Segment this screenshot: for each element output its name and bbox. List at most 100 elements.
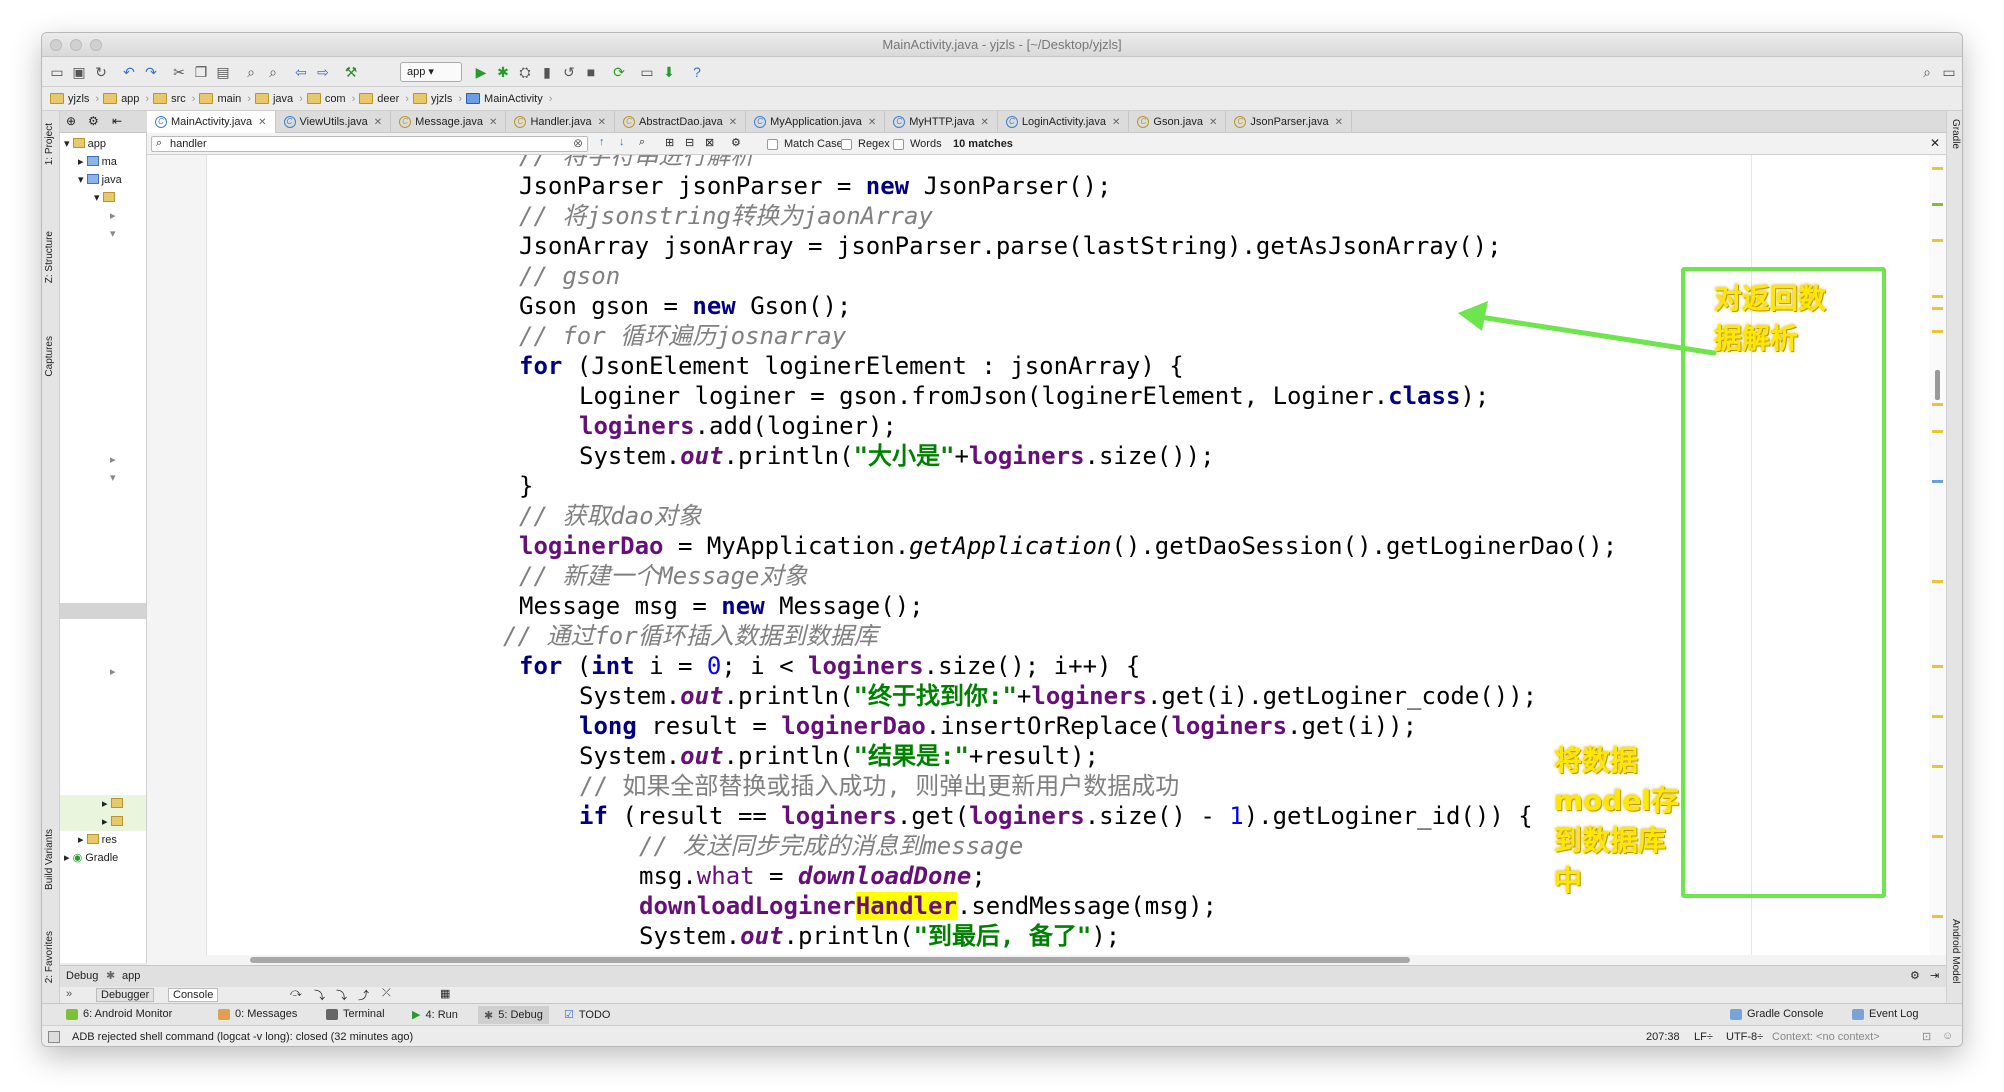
add-selection-icon[interactable]: ⊞: [665, 136, 674, 149]
settings-gear-icon[interactable]: ⚙: [88, 114, 99, 128]
tree-node-res[interactable]: ▸ res: [78, 833, 117, 846]
close-find-bar-icon[interactable]: ✕: [1930, 136, 1940, 150]
favorites-tool-tab[interactable]: 2: Favorites: [44, 931, 55, 983]
scroll-thumb[interactable]: [1935, 370, 1940, 400]
stop-icon[interactable]: ■: [582, 63, 600, 81]
tree-node-app[interactable]: ▾ app: [64, 137, 106, 150]
clear-search-icon[interactable]: ⊗: [573, 136, 583, 150]
stripe-marker[interactable]: [1932, 167, 1943, 170]
paste-icon[interactable]: ▤: [214, 63, 232, 81]
step-into-icon[interactable]: ⤵: [314, 987, 325, 1003]
run-tool-tab[interactable]: ▶ 4: Run: [412, 1008, 458, 1022]
force-step-into-icon[interactable]: ⤵: [336, 987, 347, 1003]
close-icon[interactable]: ✕: [1209, 117, 1217, 128]
open-folder-icon[interactable]: ▭: [48, 63, 66, 81]
attach-icon[interactable]: ⛭: [516, 63, 534, 81]
breadcrumb-item[interactable]: deer ›: [359, 93, 409, 105]
line-separator[interactable]: LF÷: [1694, 1031, 1713, 1043]
close-icon[interactable]: ✕: [980, 117, 988, 128]
match-case-checkbox[interactable]: Match Case: [767, 138, 843, 150]
close-icon[interactable]: ✕: [598, 117, 606, 128]
step-out-icon[interactable]: ⤴: [358, 987, 369, 1003]
undo-icon[interactable]: ↶: [120, 63, 138, 81]
todo-tool-tab[interactable]: ☑ TODO: [564, 1008, 610, 1022]
evaluate-icon[interactable]: ▦: [440, 987, 450, 1000]
cut-icon[interactable]: ✂: [170, 63, 188, 81]
run-icon[interactable]: ▶: [472, 63, 490, 81]
tree-node[interactable]: ▾ java: [78, 173, 122, 186]
filter-settings-icon[interactable]: ⚙: [731, 136, 741, 149]
step-over-icon[interactable]: ⤼: [290, 987, 302, 1000]
breadcrumb-item[interactable]: MainActivity ›: [466, 93, 552, 105]
next-occurrence-icon[interactable]: ↓: [619, 136, 625, 148]
tab-debugger[interactable]: Debugger: [96, 988, 155, 1002]
tab-mainactivity[interactable]: C MainActivity.java ✕: [147, 111, 276, 133]
tree-node[interactable]: ▾: [94, 191, 118, 204]
horizontal-scrollbar[interactable]: [147, 955, 1946, 965]
stripe-marker[interactable]: [1932, 203, 1943, 206]
lock-icon[interactable]: ⊡: [1922, 1030, 1931, 1043]
breadcrumb-item[interactable]: main ›: [199, 93, 251, 105]
debug-icon[interactable]: ✱: [494, 63, 512, 81]
select-all-occurrences-icon[interactable]: ⊠: [705, 136, 714, 149]
terminal-tool-tab[interactable]: Terminal: [326, 1008, 385, 1020]
close-icon[interactable]: ✕: [868, 117, 876, 128]
remove-selection-icon[interactable]: ⊟: [685, 136, 694, 149]
help-icon[interactable]: ?: [688, 63, 706, 81]
gradle-tool-tab[interactable]: Gradle: [1950, 119, 1961, 149]
window-layout-icon[interactable]: ▭: [1940, 63, 1958, 81]
tree-expander-icon[interactable]: ▾: [110, 227, 116, 240]
forward-icon[interactable]: ⇨: [314, 63, 332, 81]
close-icon[interactable]: ✕: [729, 117, 737, 128]
breadcrumb-item[interactable]: com ›: [306, 93, 355, 105]
gradle-sync-icon[interactable]: ⟳: [610, 63, 628, 81]
search-everywhere-icon[interactable]: ⌕: [1918, 63, 1936, 81]
find-all-icon[interactable]: ⌕: [639, 136, 645, 149]
tree-expander-icon[interactable]: ▸: [110, 453, 116, 466]
tab-gson[interactable]: C Gson.java ✕: [1129, 111, 1227, 133]
close-icon[interactable]: ✕: [489, 117, 497, 128]
breadcrumb-item[interactable]: yjzls ›: [412, 93, 462, 105]
close-icon[interactable]: ✕: [1112, 117, 1120, 128]
hide-panel-icon[interactable]: ⇤: [112, 114, 122, 128]
copy-icon[interactable]: ❐: [192, 63, 210, 81]
search-input[interactable]: handler: [151, 136, 588, 152]
settings-gear-icon[interactable]: ⚙: [1910, 969, 1920, 982]
tab-console[interactable]: Console: [168, 988, 219, 1002]
structure-tool-tab[interactable]: Z: Structure: [44, 231, 55, 283]
close-icon[interactable]: ✕: [258, 117, 266, 128]
gradle-console-tool-tab[interactable]: Gradle Console: [1730, 1008, 1823, 1020]
tree-expander-icon[interactable]: ▸: [110, 665, 116, 678]
breadcrumb-item[interactable]: app ›: [103, 93, 149, 105]
file-encoding[interactable]: UTF-8÷: [1726, 1031, 1763, 1043]
android-monitor-tool-tab[interactable]: 6: Android Monitor: [66, 1008, 172, 1020]
debug-config[interactable]: app: [122, 970, 140, 982]
tab-jsonparser[interactable]: C JsonParser.java ✕: [1226, 111, 1352, 133]
tree-node[interactable]: ▸: [102, 797, 126, 810]
build-variants-tool-tab[interactable]: Build Variants: [44, 829, 55, 890]
build-hammer-icon[interactable]: ⚒: [342, 63, 360, 81]
horizontal-scroll-thumb[interactable]: [250, 957, 1410, 963]
stripe-marker[interactable]: [1932, 403, 1943, 406]
stripe-marker[interactable]: [1932, 295, 1943, 298]
stripe-marker[interactable]: [1932, 580, 1943, 583]
hide-panel-icon[interactable]: ⇥: [1930, 969, 1939, 982]
redo-icon[interactable]: ↷: [142, 63, 160, 81]
stripe-marker[interactable]: [1932, 330, 1943, 333]
profile-icon[interactable]: ▮: [538, 63, 556, 81]
stripe-marker[interactable]: [1932, 480, 1943, 483]
words-checkbox[interactable]: Words: [893, 138, 942, 150]
regex-checkbox[interactable]: Regex: [841, 138, 890, 150]
stripe-marker[interactable]: [1932, 307, 1943, 310]
expand-icon[interactable]: »: [66, 988, 72, 1000]
stripe-marker[interactable]: [1932, 765, 1943, 768]
status-message[interactable]: ADB rejected shell command (logcat -v lo…: [72, 1031, 413, 1043]
project-tool-tab[interactable]: 1: Project: [44, 123, 55, 165]
tree-expander-icon[interactable]: ▾: [110, 471, 116, 484]
tab-handler[interactable]: C Handler.java ✕: [506, 111, 615, 133]
sdk-manager-icon[interactable]: ⬇: [660, 63, 678, 81]
event-log-tool-tab[interactable]: Event Log: [1852, 1008, 1919, 1020]
stripe-marker[interactable]: [1932, 835, 1943, 838]
find-icon[interactable]: ⌕: [242, 63, 260, 81]
stripe-marker[interactable]: [1932, 239, 1943, 242]
